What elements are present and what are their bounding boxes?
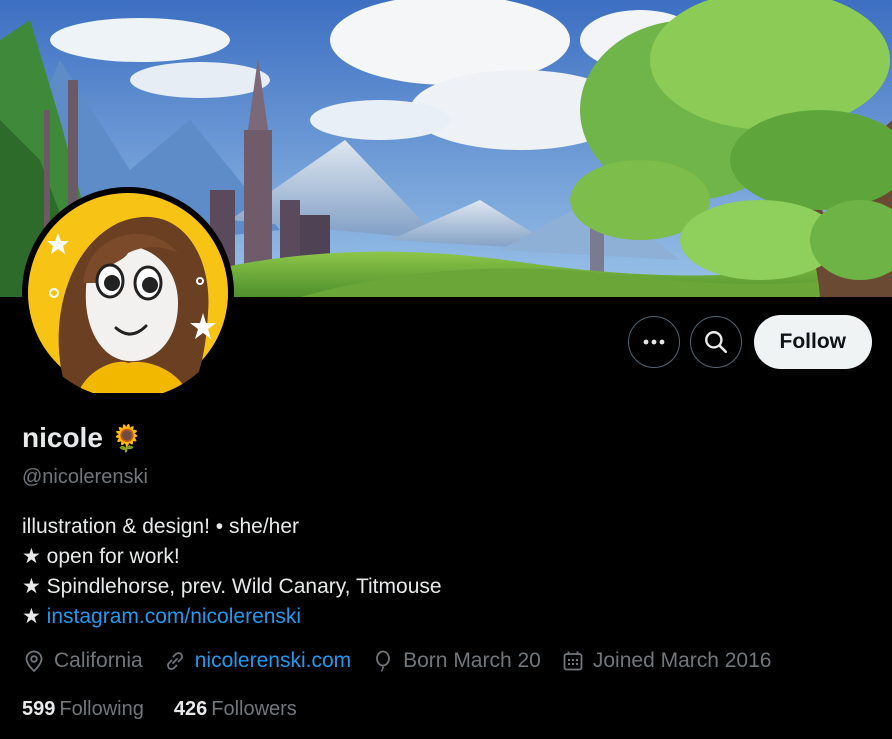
instagram-link[interactable]: instagram.com/nicolerenski [47, 605, 301, 628]
following-count: 599 [22, 698, 56, 720]
followers-count: 426 [173, 698, 208, 720]
display-name: nicole [22, 422, 103, 453]
location-item: California [22, 649, 143, 673]
calendar-icon [563, 651, 583, 671]
bio-link-prefix: ★ [22, 605, 47, 628]
location-text: California [54, 649, 143, 672]
joined-text: Joined March 2016 [592, 649, 772, 672]
bio-line: ★ open for work! [22, 545, 180, 568]
avatar-image [28, 193, 228, 393]
more-button[interactable] [627, 316, 680, 368]
profile-bio: illustration & design! • she/her ★ open … [22, 512, 442, 632]
profile-meta: California nicolerenski.com Born March 2… [22, 649, 791, 673]
search-button[interactable] [689, 316, 742, 368]
website-link[interactable]: nicolerenski.com [195, 649, 351, 673]
bio-link-line: ★ instagram.com/nicolerenski [22, 602, 442, 632]
link-icon [166, 652, 183, 670]
profile-avatar[interactable] [22, 187, 234, 399]
more-icon [643, 339, 664, 345]
website-item: nicolerenski.com [163, 649, 351, 673]
bio-line: ★ Spindlehorse, prev. Wild Canary, Titmo… [22, 575, 442, 598]
birthday-item: Born March 20 [371, 649, 541, 673]
search-icon [704, 331, 727, 354]
location-pin-icon [25, 650, 43, 673]
user-handle: @nicolerenski [22, 466, 148, 488]
following-stat[interactable]: 599 Following [22, 698, 144, 721]
followers-stat[interactable]: 426 Followers [174, 698, 297, 721]
follow-button[interactable]: Follow [753, 315, 872, 369]
followers-label: Followers [211, 698, 297, 720]
bio-line: illustration & design! • she/her [22, 515, 299, 538]
following-label: Following [59, 698, 144, 720]
follow-stats: 599 Following 426 Followers [22, 698, 297, 721]
balloon-icon [376, 650, 391, 672]
sunflower-emoji: 🌻 [110, 422, 144, 453]
profile-actions: Follow [627, 315, 872, 369]
joined-item: Joined March 2016 [561, 649, 772, 673]
name-row: nicole 🌻 [22, 422, 143, 454]
birthday-text: Born March 20 [403, 649, 541, 672]
